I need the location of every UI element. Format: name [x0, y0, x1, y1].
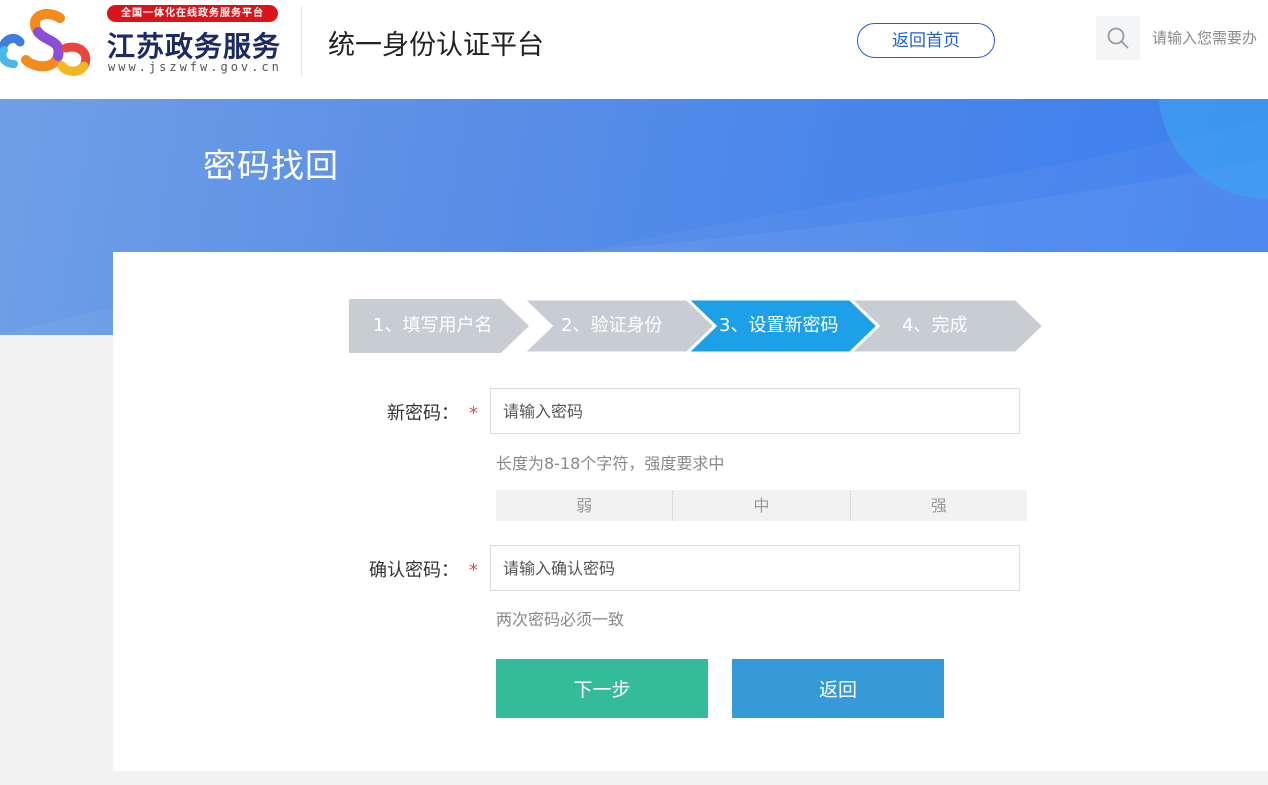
platform-title: 统一身份认证平台 — [328, 30, 544, 61]
step-1-label: 1、填写用户名 — [373, 315, 493, 336]
confirm-password-label: 确认密码： * — [369, 556, 478, 582]
header-divider — [301, 6, 302, 76]
search-icon[interactable] — [1106, 26, 1130, 50]
confirm-password-label-text: 确认密码： — [369, 560, 459, 581]
strength-strong: 强 — [849, 490, 1027, 521]
new-password-label-text: 新密码： — [387, 403, 459, 424]
strength-medium: 中 — [672, 490, 849, 521]
page-title: 密码找回 — [203, 146, 339, 185]
step-2-label: 2、验证身份 — [561, 315, 663, 336]
strength-weak: 弱 — [576, 496, 593, 515]
jiangsu-logo-icon[interactable] — [0, 4, 96, 78]
logo-url: www.jszwfw.gov.cn — [108, 60, 282, 74]
next-step-button[interactable]: 下一步 — [496, 659, 708, 718]
new-password-hint: 长度为8-18个字符，强度要求中 — [496, 454, 725, 473]
return-home-button[interactable]: 返回首页 — [857, 23, 995, 58]
search-input[interactable] — [1140, 16, 1268, 60]
new-password-label: 新密码： * — [387, 399, 478, 425]
logo-badge: 全国一体化在线政务服务平台 — [107, 5, 278, 22]
confirm-password-hint: 两次密码必须一致 — [496, 610, 625, 629]
back-button[interactable]: 返回 — [732, 659, 944, 718]
search-box[interactable] — [1096, 16, 1268, 60]
password-reset-card: 1、填写用户名 2、验证身份 3、设置新密码 4、完成 新密码： * 长度为8-1… — [113, 252, 1268, 771]
new-password-input[interactable] — [490, 388, 1020, 434]
required-star: * — [469, 560, 478, 581]
step-indicator: 1、填写用户名 2、验证身份 3、设置新密码 4、完成 — [349, 299, 1049, 353]
header: 全国一体化在线政务服务平台 江苏政务服务 www.jszwfw.gov.cn 统… — [0, 0, 1268, 99]
required-star: * — [469, 403, 478, 424]
step-4-label: 4、完成 — [902, 315, 968, 336]
step-3-label: 3、设置新密码 — [719, 315, 839, 336]
confirm-password-input[interactable] — [490, 545, 1020, 591]
logo-name[interactable]: 江苏政务服务 — [107, 25, 281, 65]
password-strength-meter: 弱 中 强 — [496, 490, 1027, 521]
